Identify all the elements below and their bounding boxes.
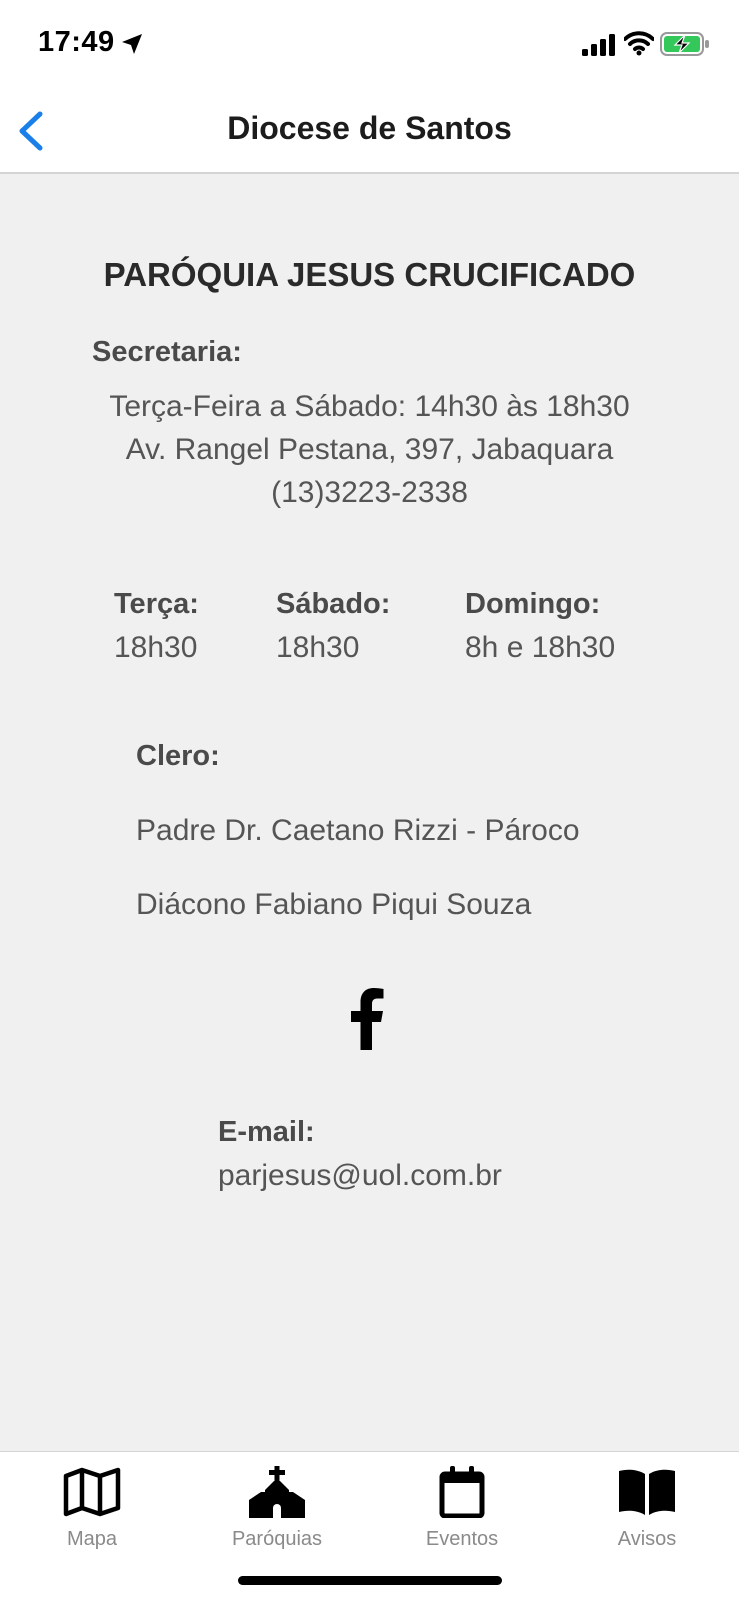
page-title: Diocese de Santos <box>227 110 512 146</box>
tab-paroquias[interactable]: Paróquias <box>187 1452 367 1562</box>
battery-charging-icon <box>660 32 709 56</box>
cellular-signal-icon <box>582 34 615 56</box>
status-time: 17:49 <box>38 26 115 58</box>
tab-bar: Mapa Paróquias Eventos Avisos <box>0 1451 739 1600</box>
tab-avisos[interactable]: Avisos <box>557 1452 737 1562</box>
mass-time-tuesday: 18h30 <box>114 631 198 664</box>
clero-member: Padre Dr. Caetano Rizzi - Pároco <box>136 814 580 847</box>
mass-time-sunday: 8h e 18h30 <box>465 631 616 664</box>
clero-label: Clero: <box>136 740 220 772</box>
email-link[interactable]: parjesus@uol.com.br <box>218 1159 502 1193</box>
parish-phone: (13)3223-2338 <box>271 476 468 509</box>
navigation-bar: Diocese de Santos <box>0 88 739 174</box>
tab-label: Avisos <box>617 1528 677 1550</box>
secretaria-label: Secretaria: <box>92 336 242 368</box>
email-label: E-mail: <box>218 1116 315 1148</box>
secretaria-hours: Terça-Feira a Sábado: 14h30 às 18h30 <box>109 390 630 423</box>
mass-time-saturday: 18h30 <box>276 631 360 664</box>
parish-address: Av. Rangel Pestana, 397, Jabaquara <box>125 433 614 466</box>
tab-mapa[interactable]: Mapa <box>2 1452 182 1562</box>
book-icon <box>619 1469 675 1515</box>
tab-label: Eventos <box>425 1528 499 1550</box>
tab-label: Mapa <box>66 1528 118 1550</box>
clero-member: Diácono Fabiano Piqui Souza <box>136 888 532 921</box>
home-indicator[interactable] <box>238 1576 502 1585</box>
mass-day-saturday: Sábado: <box>276 588 391 620</box>
mass-day-sunday: Domingo: <box>465 588 601 620</box>
tab-eventos[interactable]: Eventos <box>372 1452 552 1562</box>
calendar-icon <box>439 1466 485 1518</box>
location-arrow-icon <box>122 34 142 54</box>
map-icon <box>63 1467 121 1517</box>
mass-day-tuesday: Terça: <box>114 588 199 620</box>
facebook-icon[interactable] <box>348 988 386 1050</box>
parish-name: PARÓQUIA JESUS CRUCIFICADO <box>103 256 636 293</box>
status-bar: 17:49 <box>0 0 739 88</box>
tab-label: Paróquias <box>231 1528 323 1550</box>
church-icon <box>249 1466 305 1518</box>
wifi-icon <box>624 31 654 56</box>
parish-details: PARÓQUIA JESUS CRUCIFICADO Secretaria: T… <box>0 176 739 1451</box>
